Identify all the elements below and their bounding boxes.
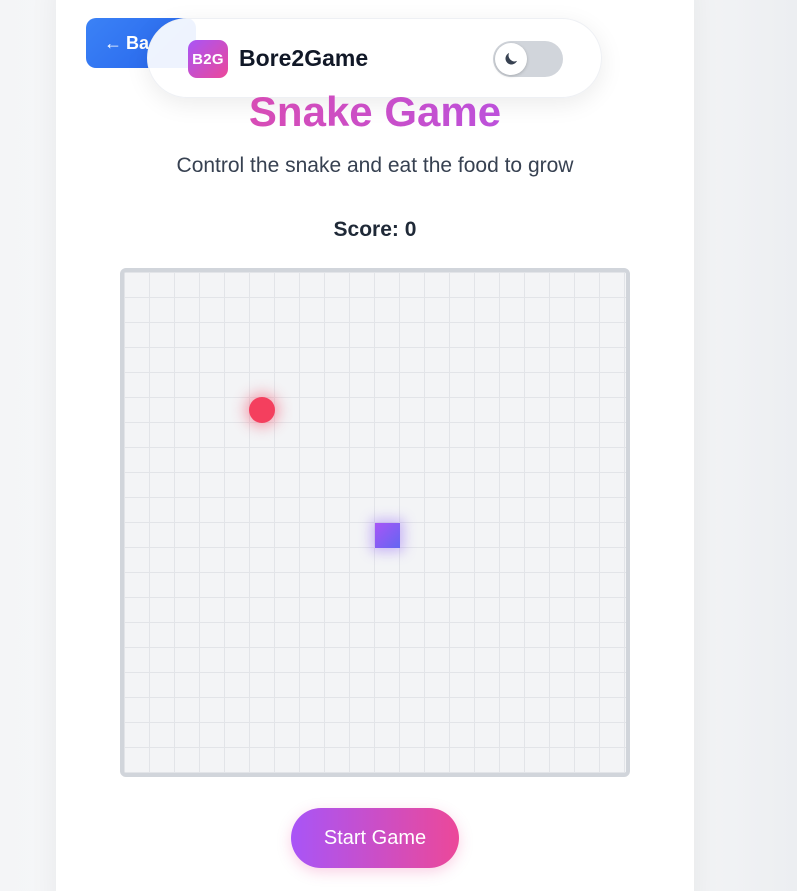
start-game-button[interactable]: Start Game	[291, 808, 459, 868]
score-value: 0	[404, 218, 417, 241]
score-display: Score: 0	[56, 218, 694, 242]
page: ← Ba B2G Bore2Game Snake Game Control th…	[0, 0, 797, 891]
snake-head	[375, 523, 400, 548]
toggle-knob	[495, 43, 527, 75]
brand-name[interactable]: Bore2Game	[239, 45, 368, 72]
moon-icon	[505, 53, 517, 65]
brand-bar: B2G Bore2Game	[147, 18, 602, 98]
score-label: Score:	[333, 218, 399, 241]
page-title: Snake Game	[56, 88, 694, 136]
theme-toggle[interactable]	[493, 41, 563, 77]
back-arrow-icon: ←	[104, 32, 122, 53]
logo-icon[interactable]: B2G	[188, 40, 228, 78]
back-button-label: Ba	[126, 32, 150, 53]
food-dot	[249, 397, 276, 424]
logo-text: B2G	[192, 50, 224, 68]
page-subtitle: Control the snake and eat the food to gr…	[176, 154, 574, 177]
game-board[interactable]	[120, 268, 630, 777]
